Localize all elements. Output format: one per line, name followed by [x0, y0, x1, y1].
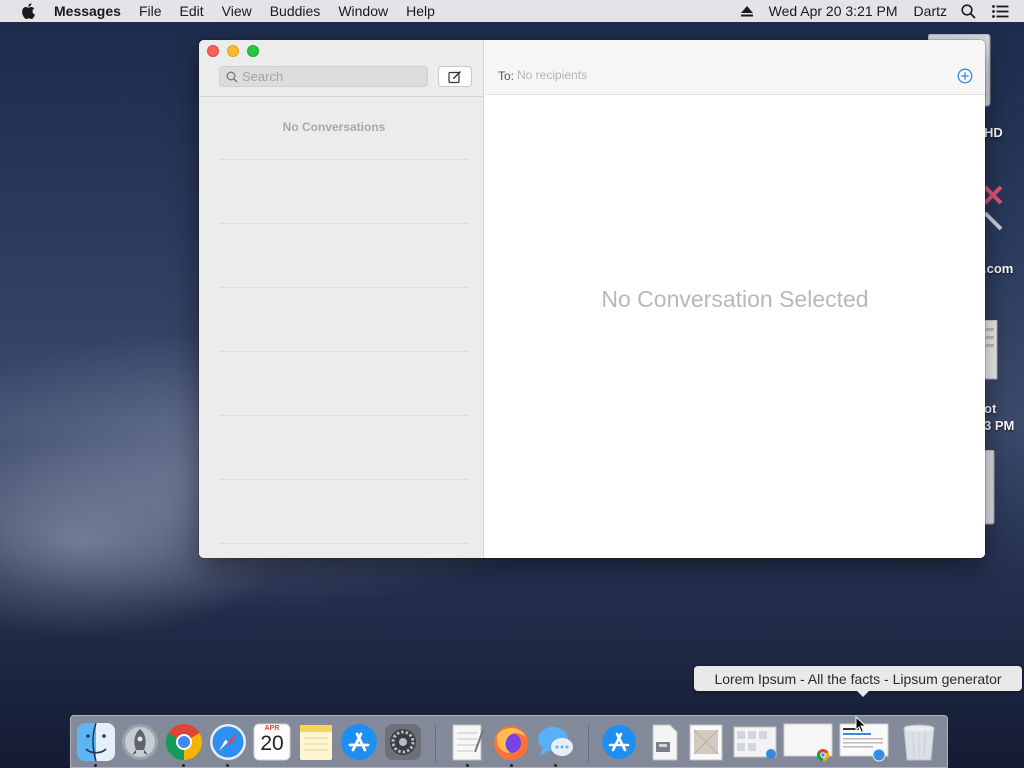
list-separator	[220, 351, 469, 352]
search-field[interactable]	[219, 66, 428, 87]
to-label: To:	[498, 69, 515, 83]
textedit-icon[interactable]	[447, 722, 487, 762]
user-menu[interactable]: Dartz	[914, 3, 947, 19]
downloads-app-store-icon[interactable]	[599, 722, 639, 762]
running-indicator	[554, 764, 557, 767]
launchpad-icon[interactable]	[120, 722, 160, 762]
desktop-label-com: .com	[983, 261, 1014, 276]
messages-icon[interactable]	[535, 722, 575, 762]
dock-separator	[435, 724, 436, 762]
menu-window[interactable]: Window	[338, 3, 388, 19]
menu-file[interactable]: File	[139, 3, 162, 19]
no-conversation-selected-label: No Conversation Selected	[601, 286, 869, 312]
system-preferences-icon[interactable]	[383, 722, 423, 762]
notification-center-icon[interactable]	[992, 4, 1009, 18]
recipient-bar: To:	[485, 40, 985, 95]
preview-document-icon[interactable]	[686, 722, 726, 762]
conversation-sidebar: No Conversations	[199, 40, 484, 558]
search-icon	[226, 71, 238, 83]
menu-bar-status: Wed Apr 20 3:21 PM Dartz	[740, 0, 1024, 22]
add-recipient-icon[interactable]	[957, 68, 973, 84]
clock[interactable]: Wed Apr 20 3:21 PM	[769, 3, 898, 19]
running-indicator	[94, 764, 97, 767]
chrome-window-thumbnail-icon[interactable]	[783, 722, 833, 762]
desktop-label-time: 3 PM	[984, 418, 1015, 433]
sidebar-divider	[199, 96, 484, 97]
menu-edit[interactable]: Edit	[180, 3, 204, 19]
running-indicator	[466, 764, 469, 767]
window-controls	[207, 45, 267, 57]
dock-separator	[588, 724, 589, 762]
compose-button[interactable]	[438, 66, 472, 87]
screenshot-file-icon[interactable]	[983, 319, 998, 385]
finder-icon[interactable]	[76, 722, 116, 762]
list-separator	[220, 287, 469, 288]
menu-app-name[interactable]: Messages	[54, 3, 121, 19]
menu-view[interactable]: View	[222, 3, 252, 19]
desktop-label-ot: ot	[984, 401, 997, 416]
eject-icon[interactable]	[740, 5, 753, 17]
list-separator	[220, 415, 469, 416]
firefox-icon[interactable]	[491, 722, 531, 762]
recipient-input[interactable]	[517, 68, 897, 82]
compose-icon	[448, 70, 462, 84]
calendar-icon[interactable]: APR 20	[252, 722, 292, 762]
close-button[interactable]	[207, 45, 219, 57]
zoom-button[interactable]	[247, 45, 259, 57]
minimize-button[interactable]	[227, 45, 239, 57]
calendar-day: 20	[260, 732, 284, 755]
messages-window: No Conversations To: No Conversation Sel…	[199, 40, 985, 558]
web-shortcut-icon[interactable]	[983, 185, 1003, 240]
dock-tooltip: Lorem Ipsum - All the facts - Lipsum gen…	[694, 666, 1022, 691]
running-indicator	[510, 764, 513, 767]
conversation-pane: To: No Conversation Selected	[485, 40, 985, 558]
notes-icon[interactable]	[296, 722, 336, 762]
trash-icon[interactable]	[899, 722, 939, 762]
mouse-cursor-icon	[855, 715, 867, 739]
menu-help[interactable]: Help	[406, 3, 435, 19]
app-store-icon[interactable]	[339, 722, 379, 762]
list-separator	[220, 159, 469, 160]
spotlight-search-icon[interactable]	[961, 3, 976, 19]
menu-buddies[interactable]: Buddies	[270, 3, 321, 19]
search-input[interactable]	[242, 69, 412, 84]
list-separator	[220, 543, 469, 544]
archive-file-icon[interactable]	[644, 722, 684, 762]
calendar-month: APR	[264, 725, 280, 732]
list-separator	[220, 223, 469, 224]
dock: APR 20	[70, 715, 948, 768]
running-indicator	[226, 764, 229, 767]
running-indicator	[182, 764, 185, 767]
list-separator	[220, 479, 469, 480]
screenshot-thumbnail-icon[interactable]	[733, 722, 777, 762]
tooltip-arrow	[856, 690, 870, 697]
safari-icon[interactable]	[208, 722, 248, 762]
chrome-icon[interactable]	[164, 722, 204, 762]
no-conversations-label: No Conversations	[282, 120, 386, 134]
apple-icon[interactable]	[19, 3, 37, 19]
menu-bar: Messages File Edit View Buddies Window H…	[0, 0, 1024, 22]
desktop-label-hd: HD	[984, 125, 1003, 140]
